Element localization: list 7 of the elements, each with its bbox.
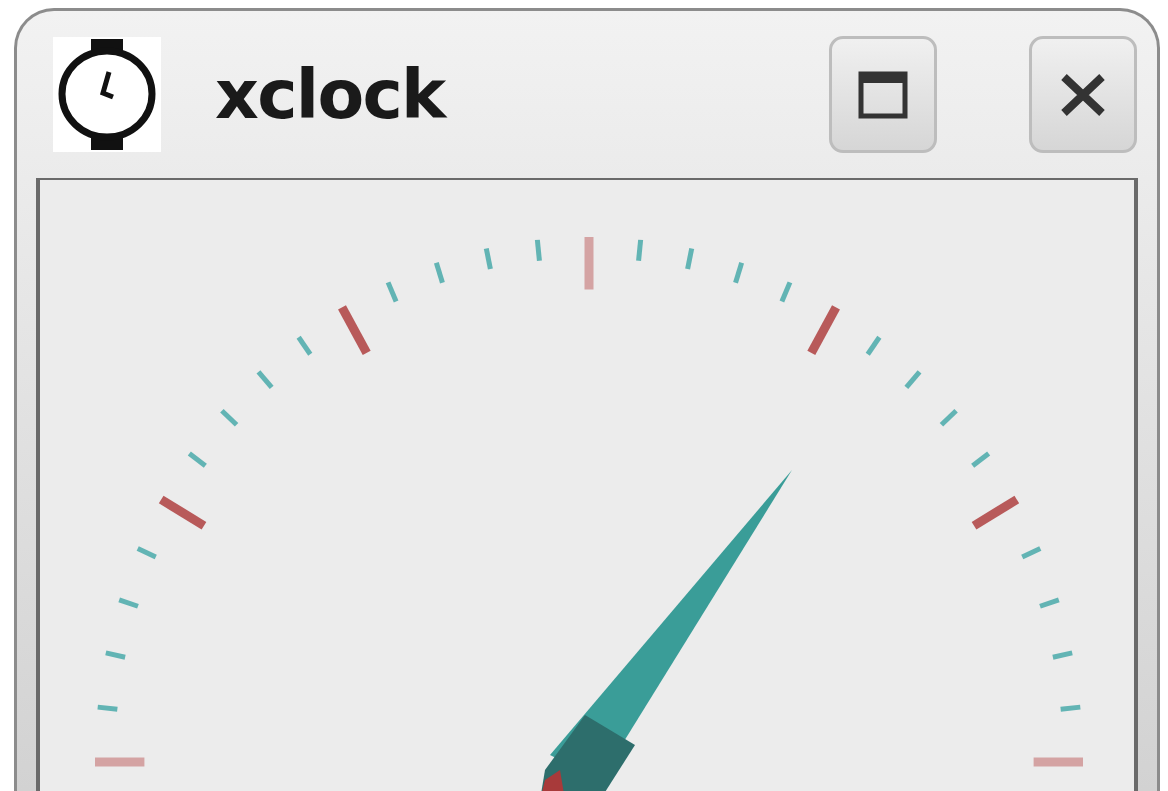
close-button[interactable] (1029, 36, 1137, 153)
clock-icon (53, 37, 161, 152)
second-hand (540, 770, 565, 791)
close-icon (1060, 72, 1106, 117)
maximize-icon (858, 70, 908, 119)
window-title: xclock (215, 60, 445, 129)
maximize-button[interactable] (829, 36, 937, 153)
